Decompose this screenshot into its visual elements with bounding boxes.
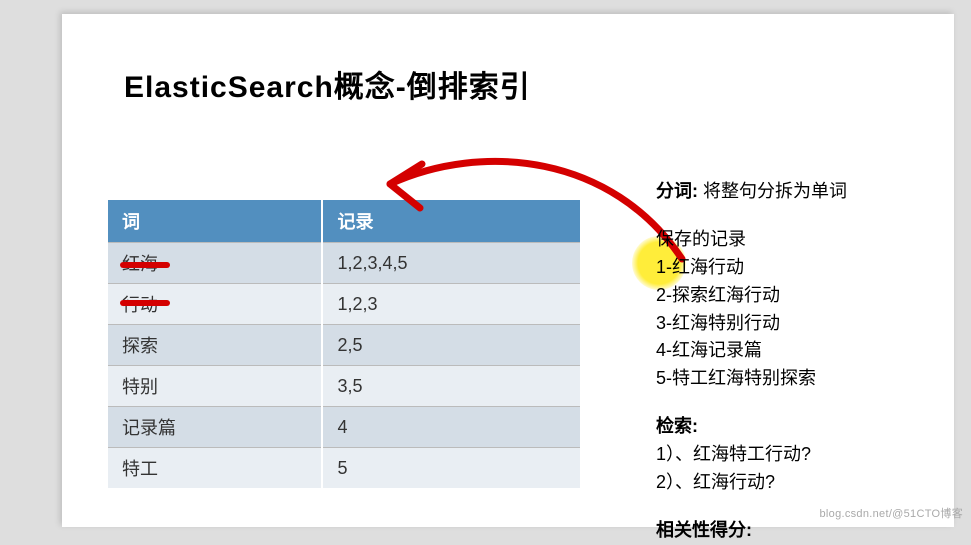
- list-item: 1）、红海特工行动?: [656, 441, 971, 469]
- cell-term: 特工: [108, 448, 322, 489]
- table-row: 特别 3,5: [108, 366, 581, 407]
- cell-term: 特别: [108, 366, 322, 407]
- tokenize-label: 分词:: [656, 181, 698, 201]
- col-record: 记录: [322, 200, 581, 243]
- table-row: 红海 1,2,3,4,5: [108, 243, 581, 284]
- cell-term: 探索: [108, 325, 322, 366]
- cell-record: 1,2,3: [322, 284, 581, 325]
- cell-term: 行动: [108, 284, 322, 325]
- col-term: 词: [108, 200, 322, 243]
- list-item: 2-探索红海行动: [656, 282, 971, 310]
- tokenize-line: 分词: 将整句分拆为单词: [656, 178, 971, 206]
- table-header-row: 词 记录: [108, 200, 581, 243]
- cell-record: 1,2,3,4,5: [322, 243, 581, 284]
- table-row: 记录篇 4: [108, 407, 581, 448]
- relevance-label: 相关性得分:: [656, 520, 752, 540]
- list-item: 5-特工红海特别探索: [656, 365, 971, 393]
- right-panel: 分词: 将整句分拆为单词 保存的记录 1-红海行动 2-探索红海行动 3-红海特…: [656, 178, 971, 545]
- saved-records-label: 保存的记录: [656, 226, 971, 254]
- list-item: 1-红海行动: [656, 254, 971, 282]
- search-label: 检索:: [656, 416, 698, 436]
- relevance-section: 相关性得分:: [656, 517, 971, 545]
- cell-term: 红海: [108, 243, 322, 284]
- cell-record: 4: [322, 407, 581, 448]
- cell-record: 3,5: [322, 366, 581, 407]
- table-row: 行动 1,2,3: [108, 284, 581, 325]
- cell-record: 2,5: [322, 325, 581, 366]
- table-row: 特工 5: [108, 448, 581, 489]
- inverted-index-table: 词 记录 红海 1,2,3,4,5 行动 1,2,3 探索 2,5 特别 3,5: [108, 200, 582, 488]
- search-section: 检索: 1）、红海特工行动? 2）、红海行动?: [656, 413, 971, 497]
- cell-term: 记录篇: [108, 407, 322, 448]
- list-item: 4-红海记录篇: [656, 337, 971, 365]
- page-title: ElasticSearch概念-倒排索引: [124, 62, 531, 106]
- table-row: 探索 2,5: [108, 325, 581, 366]
- list-item: 2）、红海行动?: [656, 469, 971, 497]
- tokenize-text: 将整句分拆为单词: [703, 181, 847, 201]
- saved-records: 保存的记录 1-红海行动 2-探索红海行动 3-红海特别行动 4-红海记录篇 5…: [656, 226, 971, 393]
- cell-record: 5: [322, 448, 581, 489]
- list-item: 3-红海特别行动: [656, 310, 971, 338]
- document-page: ElasticSearch概念-倒排索引 词 记录 红海 1,2,3,4,5 行…: [62, 14, 954, 527]
